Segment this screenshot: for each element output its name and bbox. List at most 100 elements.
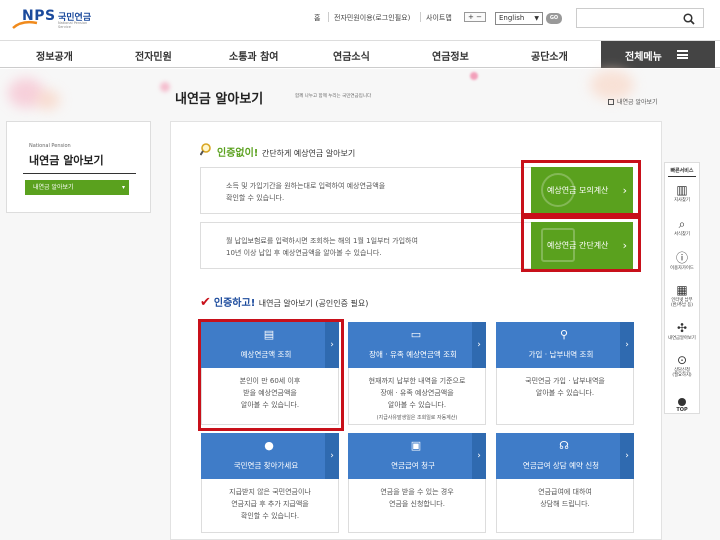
chevron-right-icon: › [620,322,634,368]
card-desc: 지급받지 않은 국민연금이나 연금지급 후 추가 지급액을 확인할 수 있습니다… [229,488,311,520]
monitor-icon: ▣ [410,439,422,452]
top-label: TOP [676,407,688,413]
divider [420,12,421,22]
card-note: (지급사유발생일은 조회일로 자동계산) [376,415,458,421]
quick-service-panel: 빠른서비스 ▥ 지사찾기 ⌕ 서식찾기 ⓘ 이용자가이드 ▦ 인터넷 납부 (반/추납 … [664,162,700,414]
divider [328,12,329,22]
magnifier-icon: ⚲ [559,328,569,341]
card-consultation-reservation[interactable]: ☊ 연금급여 상담 예약 신청 › 연금급여에 대하여 상담해 드립니다. [496,433,634,533]
card-find-pension[interactable]: ● 국민연금 찾아가세요 › 지급받지 않은 국민연금이나 연금지급 후 추가 … [201,433,339,533]
quick-service-title: 빠른서비스 [670,168,694,174]
nav-item-communication[interactable]: 소통과 참여 [229,48,278,63]
language-go-button[interactable]: GO [546,13,562,24]
card-desc: 국민연금 가입 · 납부내역을 알아볼 수 있습니다. [525,377,605,397]
card-header: ● 국민연금 찾아가세요 › [201,433,339,479]
nav-item-about[interactable]: 공단소개 [531,48,568,63]
card-title: 가입 · 납부내역 조회 [528,350,594,359]
quick-item-forms[interactable]: ⌕ 서식찾기 [665,217,699,237]
quick-item-consult[interactable]: ⊙ 상담신청 (필요하지) [665,353,699,378]
logo-brand: NPS [22,8,56,24]
checkmark-icon: ✔ [200,295,211,310]
piggy-bank-icon: ● [264,439,274,452]
quick-item-my-pension[interactable]: ✣ 내연금알아보기 [665,321,699,341]
search-icon[interactable] [683,13,695,25]
heart-decoration [470,72,478,80]
search-doc-icon: ⌕ [678,217,686,231]
chevron-right-icon: › [325,433,339,479]
card-benefit-claim[interactable]: ▣ 연금급여 청구 › 연금을 받을 수 있는 경우 연금을 신청합니다. [348,433,486,533]
breadcrumb-label: 내연금 알아보기 [617,99,658,106]
building-icon: ▥ [676,183,688,197]
card-title: 장애 · 유족 예상연금액 조회 [369,350,457,359]
top-bar: NPS 국민연금 National Pension Service 홈 전자민원… [0,0,720,40]
card-desc: 연금을 받을 수 있는 경우 연금을 신청합니다. [380,488,454,508]
section1-heading-bold: 인증없이! [217,148,259,159]
heart-decoration [590,70,634,100]
chevron-right-icon: › [472,433,486,479]
nav-item-eservice[interactable]: 전자민원 [135,48,172,63]
card-disability-survivor[interactable]: ▭ 장애 · 유족 예상연금액 조회 › 현재까지 납부한 내역을 기준으로 장… [348,322,486,425]
card-subscription-history[interactable]: ⚲ 가입 · 납부내역 조회 › 국민연금 가입 · 납부내역을 알아볼 수 있… [496,322,634,425]
card-title: 국민연금 찾아가세요 [233,461,299,470]
nps-logo[interactable]: NPS 국민연금 National Pension Service [8,6,98,34]
language-value: English [499,14,525,22]
quick-item-label: 내연금알아보기 [668,336,696,341]
highlight-box [198,319,344,431]
quick-item-payment[interactable]: ▦ 인터넷 납부 (반/추납 등) [665,283,699,308]
all-menu-button[interactable]: 전체메뉴 [601,41,715,68]
highlight-box [521,160,641,216]
nav-item-pension-info[interactable]: 연금정보 [432,48,469,63]
mouse-icon: ⊙ [676,353,688,367]
search-input[interactable] [576,8,704,28]
card-title: 연금급여 청구 [391,461,435,470]
chevron-down-icon: ▼ [534,15,539,22]
id-card-icon: ▭ [410,328,422,341]
quick-item-branch[interactable]: ▥ 지사찾기 [665,183,699,203]
util-sitemap-link[interactable]: 사이트맵 [426,13,452,23]
card-title: 연금급여 상담 예약 신청 [522,461,600,470]
quick-item-label: 상담신청 (필요하지) [672,368,692,378]
logo-english: National Pension Service [58,21,88,29]
font-plus-button[interactable]: + [468,13,474,21]
divider [23,173,136,174]
magnifier-icon [200,143,211,156]
heart-decoration [160,82,170,92]
card-header: ☊ 연금급여 상담 예약 신청 › [496,433,634,479]
card-header: ⚲ 가입 · 납부내역 조회 › [496,322,634,368]
nav-item-news[interactable]: 연금소식 [333,48,370,63]
quick-item-guide[interactable]: ⓘ 이용자가이드 [665,251,699,271]
quick-item-label: 지사찾기 [674,198,690,203]
heart-decoration [36,90,60,110]
sidebar-small-label: National Pension [29,143,71,149]
sidebar-title: 내연금 알아보기 [29,154,104,167]
section1-heading-rest: 간단하게 예상연금 알아보기 [261,149,356,158]
card-desc: 현재까지 납부한 내역을 기준으로 장애 · 유족 예상연금액을 알아볼 수 있… [349,375,485,423]
breadcrumb[interactable]: 내연금 알아보기 [608,97,658,106]
highlight-box [521,216,641,272]
chevron-right-icon: › [472,322,486,368]
font-minus-button[interactable]: − [476,13,482,21]
all-menu-label: 전체메뉴 [625,52,662,63]
language-select[interactable]: English ▼ [495,12,543,25]
pinwheel-icon: ✣ [676,321,688,335]
section2-heading: ✔ 인증하고! 내연금 알아보기 (공인인증 필요) [200,294,368,310]
headset-icon: ☊ [559,439,569,452]
page-title: 내연금 알아보기 [175,92,264,107]
print-icon [608,99,614,105]
page-subtitle: 함께 나누고 함께 누리는 국민연금입니다 [295,94,372,99]
section2-heading-bold: 인증하고! [213,298,256,309]
quick-item-label: 인터넷 납부 (반/추납 등) [671,298,693,308]
simple-calc-desc: 월 납입보험료를 입력하시면 조회하는 해의 1월 1일부터 가입하여 10년 … [226,237,418,257]
util-home-link[interactable]: 홈 [314,13,320,23]
quick-item-label: 서식찾기 [674,232,690,237]
util-eservice-link[interactable]: 전자민원이용(로그인필요) [334,13,410,23]
hamburger-icon [677,50,688,59]
sidebar-item-my-pension[interactable]: 내연금 알아보기 [25,180,129,195]
divider [668,176,696,177]
nav-item-info[interactable]: 정보공개 [36,48,73,63]
section1-heading: 인증없이! 간단하게 예상연금 알아보기 [200,143,355,159]
quick-item-label: 이용자가이드 [670,266,694,271]
top-button[interactable]: TOP [668,398,696,413]
card-header: ▣ 연금급여 청구 › [348,433,486,479]
card-desc: 연금급여에 대하여 상담해 드립니다. [538,488,592,508]
